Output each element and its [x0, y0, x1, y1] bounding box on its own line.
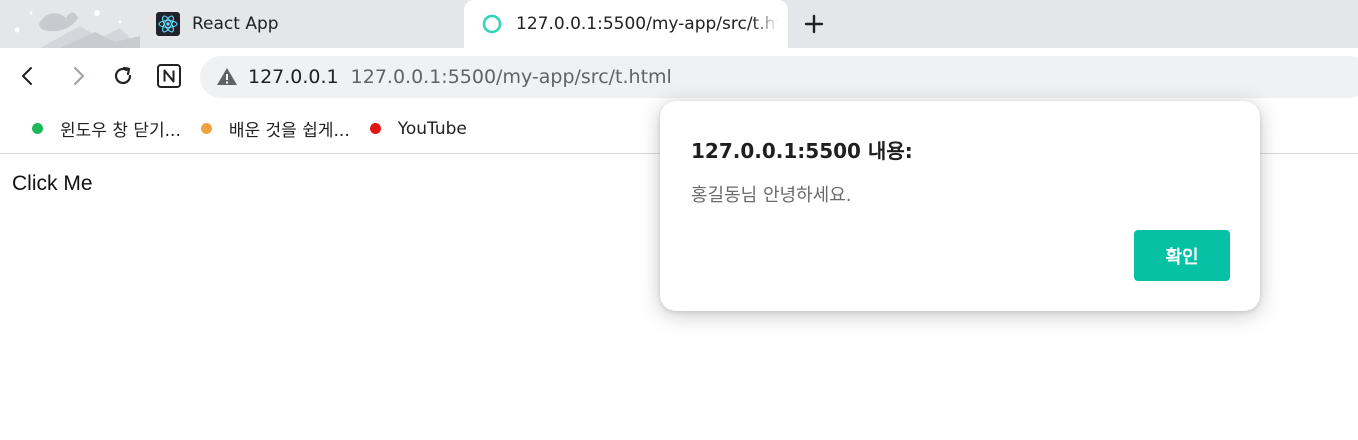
alert-dialog: 127.0.0.1:5500 내용: 홍길동님 안녕하세요. 확인: [660, 101, 1260, 311]
reload-icon: [114, 66, 132, 85]
notion-extension-button[interactable]: [153, 60, 185, 92]
loading-ring-icon: [480, 12, 504, 36]
plus-icon: [804, 14, 824, 34]
address-bar[interactable]: 127.0.0.1 127.0.0.1:5500/my-app/src/t.ht…: [200, 56, 1358, 98]
address-url: 127.0.0.1:5500/my-app/src/t.html: [350, 66, 672, 88]
bookmark-label: YouTube: [397, 118, 467, 139]
red-dot-icon: [369, 123, 381, 134]
browser-theme-art: [14, 10, 140, 48]
tab-strip: React App 127.0.0.1:5500/my-app/src/t.ht…: [0, 0, 1358, 48]
bookmark-item[interactable]: YouTube: [369, 118, 467, 139]
alert-message: 홍길동님 안녕하세요.: [691, 185, 852, 206]
back-button[interactable]: [12, 60, 44, 92]
tab-title: React App: [192, 14, 279, 34]
green-dot-icon: [32, 123, 43, 134]
browser-toolbar: 127.0.0.1 127.0.0.1:5500/my-app/src/t.ht…: [0, 48, 1358, 104]
orange-dot-icon: [200, 123, 212, 134]
not-secure-warning-icon[interactable]: [216, 66, 238, 88]
forward-button[interactable]: [62, 60, 94, 92]
tab-title: 127.0.0.1:5500/my-app/src/t.html: [516, 14, 778, 34]
address-host: 127.0.0.1: [248, 66, 339, 88]
page-click-me-text[interactable]: Click Me: [12, 172, 93, 196]
new-tab-button[interactable]: [800, 10, 828, 38]
bookmark-label: 윈도우 창 닫기...: [60, 121, 181, 141]
bookmark-label: 배운 것을 쉽게...: [228, 121, 350, 141]
alert-title: 127.0.0.1:5500 내용:: [691, 139, 913, 163]
reload-button[interactable]: [107, 60, 139, 92]
back-arrow-icon: [22, 67, 32, 85]
tab-current-page[interactable]: 127.0.0.1:5500/my-app/src/t.html: [464, 0, 788, 48]
bookmark-item[interactable]: 윈도우 창 닫기...: [32, 116, 181, 141]
ok-button[interactable]: 확인: [1134, 230, 1230, 281]
notion-icon: [157, 64, 181, 88]
bookmark-item[interactable]: 배운 것을 쉽게...: [200, 116, 350, 141]
forward-arrow-icon: [74, 67, 84, 85]
tab-react-app[interactable]: React App: [156, 0, 456, 48]
react-icon: [156, 12, 180, 36]
